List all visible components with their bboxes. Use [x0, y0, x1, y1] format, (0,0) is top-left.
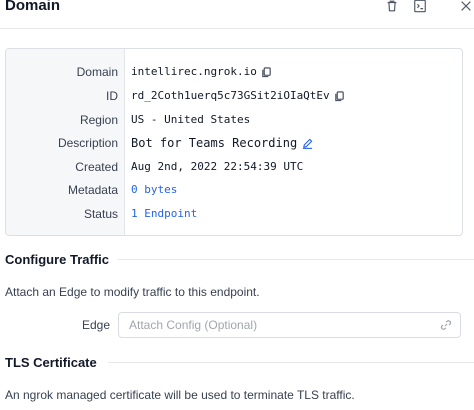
detail-label: Status	[83, 207, 118, 221]
edge-select[interactable]	[118, 312, 461, 338]
region-value: US - United States	[131, 113, 251, 126]
detail-label: Metadata	[67, 183, 118, 197]
configure-traffic-description: Attach an Edge to modify traffic to this…	[5, 285, 260, 299]
tls-certificate-description: An ngrok managed certificate will be use…	[5, 388, 355, 402]
detail-value-id: rd_2Coth1uerq5c73GSit2iOIaQtEv	[131, 86, 346, 106]
detail-label: ID	[106, 89, 118, 103]
edge-label: Edge	[82, 318, 111, 332]
pencil-icon[interactable]	[301, 137, 313, 149]
detail-row-description: Description Bot for Teams Recording	[6, 133, 462, 153]
detail-label: Domain	[76, 65, 118, 79]
copy-icon[interactable]	[334, 90, 346, 102]
created-value: Aug 2nd, 2022 22:54:39 UTC	[131, 160, 304, 173]
domain-value: intellirec.ngrok.io	[131, 65, 257, 78]
edge-input[interactable]	[129, 317, 429, 333]
detail-row-region: Region US - United States	[6, 110, 462, 130]
detail-row-created: Created Aug 2nd, 2022 22:54:39 UTC	[6, 157, 462, 177]
id-value: rd_2Coth1uerq5c73GSit2iOIaQtEv	[131, 89, 330, 102]
section-divider	[118, 259, 474, 260]
status-endpoint-link[interactable]: 1 Endpoint	[131, 204, 197, 224]
detail-row-id: ID rd_2Coth1uerq5c73GSit2iOIaQtEv	[6, 86, 462, 106]
domain-detail-panel: Domain Domain intellirec.ngrok.io ID rd_…	[0, 0, 474, 410]
description-value: Bot for Teams Recording	[131, 136, 298, 150]
close-icon[interactable]	[458, 0, 474, 14]
panel-header: Domain	[0, 0, 474, 20]
detail-label: Description	[57, 136, 118, 150]
detail-row-domain: Domain intellirec.ngrok.io	[6, 62, 462, 82]
detail-label: Region	[79, 113, 118, 127]
metadata-link[interactable]: 0 bytes	[131, 180, 177, 200]
detail-value-domain: intellirec.ngrok.io	[131, 62, 273, 82]
page-title: Domain	[5, 0, 61, 14]
header-divider	[0, 28, 474, 29]
detail-label: Created	[75, 160, 118, 174]
link-icon	[440, 319, 452, 331]
section-divider	[108, 362, 474, 363]
detail-value-description: Bot for Teams Recording	[131, 133, 313, 153]
detail-row-metadata: Metadata 0 bytes	[6, 180, 462, 200]
terminal-icon[interactable]	[412, 0, 428, 14]
copy-icon[interactable]	[261, 66, 273, 78]
domain-details-card: Domain intellirec.ngrok.io ID rd_2Coth1u…	[5, 48, 463, 236]
detail-row-status: Status 1 Endpoint	[6, 204, 462, 224]
trash-icon[interactable]	[384, 0, 400, 14]
configure-traffic-title: Configure Traffic	[5, 252, 110, 267]
tls-certificate-title: TLS Certificate	[5, 355, 97, 370]
